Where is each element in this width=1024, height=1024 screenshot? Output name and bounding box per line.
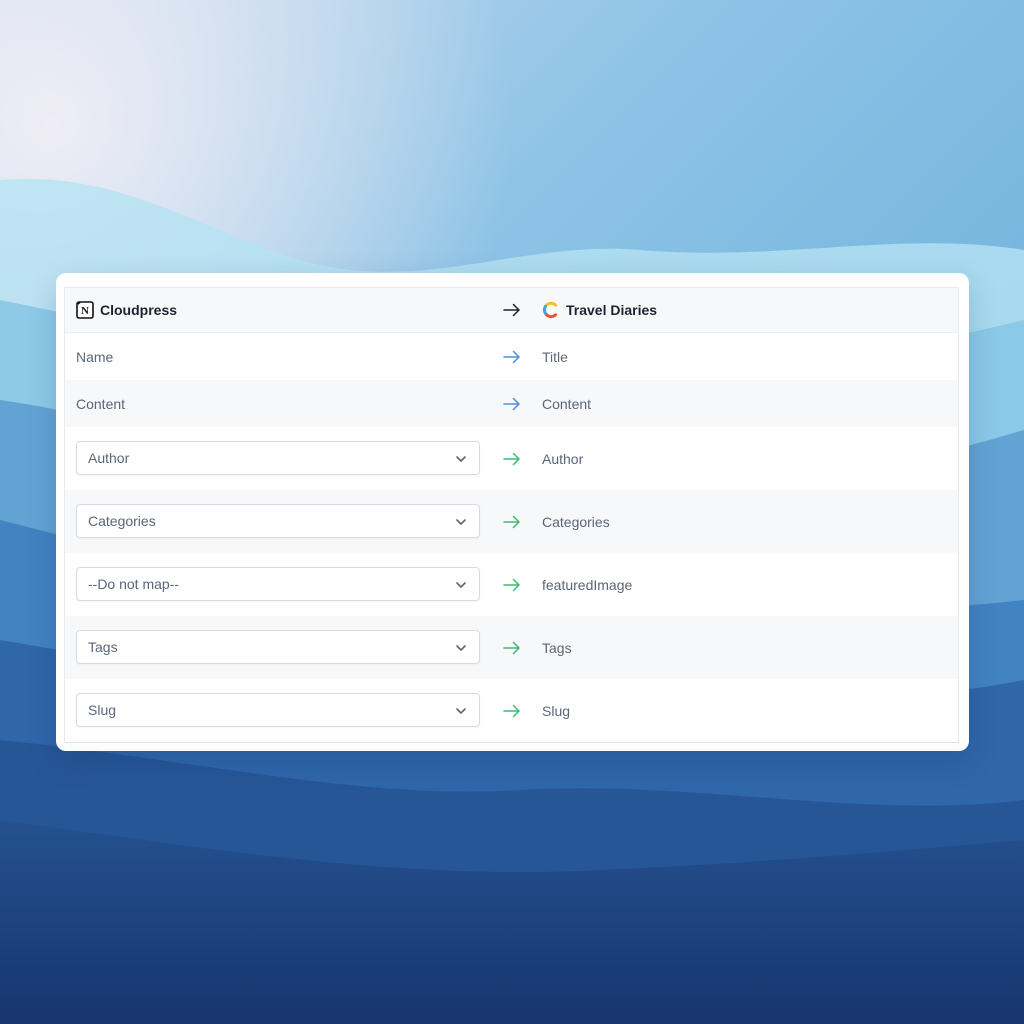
chevron-down-icon (456, 582, 466, 588)
select-value: Author (88, 450, 130, 466)
chevron-down-icon (456, 456, 466, 462)
arrow-right-icon (500, 616, 524, 679)
slug-source-select[interactable]: Slug (76, 693, 480, 727)
tags-source-select[interactable]: Tags (76, 630, 480, 664)
arrow-right-icon (500, 553, 524, 616)
arrow-right-icon (500, 490, 524, 553)
source-header: N Cloudpress (76, 288, 177, 332)
select-value: Tags (88, 639, 118, 655)
arrow-right-icon (500, 380, 524, 427)
chevron-down-icon (456, 519, 466, 525)
select-value: Slug (88, 702, 117, 718)
table-row: Author Author (65, 427, 958, 490)
target-field-label: Content (542, 395, 592, 412)
source-name: Cloudpress (100, 302, 178, 318)
table-row: Content Content (65, 380, 958, 427)
table-row: --Do not map-- featuredImage (65, 553, 958, 616)
source-field-label: Content (76, 395, 126, 412)
notion-logo-icon: N (76, 301, 94, 319)
target-header: Travel Diaries (542, 288, 657, 332)
table-row: Categories Categories (65, 490, 958, 553)
target-field-label: Tags (542, 639, 572, 656)
chevron-down-icon (456, 645, 466, 651)
table-header: N Cloudpress Travel Diaries (65, 288, 958, 333)
target-field-label: Title (542, 348, 568, 365)
target-field-label: featuredImage (542, 576, 633, 593)
select-value: --Do not map-- (88, 576, 180, 592)
target-field-label: Author (542, 450, 584, 467)
field-mapping-table: N Cloudpress Travel Diaries Name Title C… (64, 287, 959, 743)
field-mapping-card: N Cloudpress Travel Diaries Name Title C… (56, 273, 969, 751)
svg-text:N: N (81, 305, 89, 317)
categories-source-select[interactable]: Categories (76, 504, 480, 538)
contentful-logo-icon (542, 301, 560, 319)
target-name: Travel Diaries (566, 302, 658, 318)
chevron-down-icon (456, 708, 466, 714)
arrow-right-icon (500, 288, 524, 332)
arrow-right-icon (500, 679, 524, 742)
source-field-label: Name (76, 348, 114, 365)
select-value: Categories (88, 513, 156, 529)
table-row: Slug Slug (65, 679, 958, 742)
author-source-select[interactable]: Author (76, 441, 480, 475)
arrow-right-icon (500, 427, 524, 490)
target-field-label: Categories (542, 513, 610, 530)
table-row: Tags Tags (65, 616, 958, 679)
target-field-label: Slug (542, 702, 571, 719)
featured-image-source-select[interactable]: --Do not map-- (76, 567, 480, 601)
table-row: Name Title (65, 333, 958, 380)
arrow-right-icon (500, 333, 524, 380)
